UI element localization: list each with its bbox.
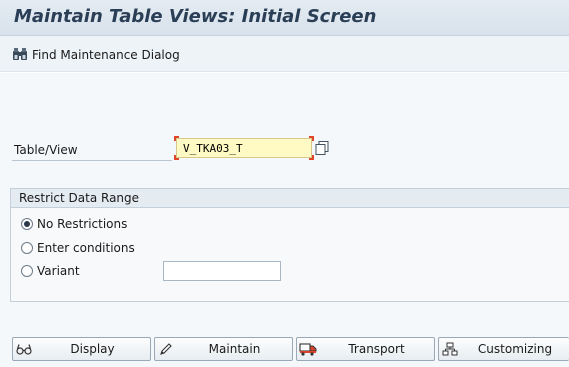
- maintain-label: Maintain: [208, 342, 261, 356]
- table-view-input[interactable]: V_TKA03_T: [176, 138, 312, 158]
- radio-no-restrictions[interactable]: No Restrictions: [21, 216, 127, 232]
- label-underline: [12, 160, 172, 161]
- pencil-icon: [155, 342, 177, 356]
- copy-icon[interactable]: [314, 140, 330, 156]
- display-label: Display: [70, 342, 115, 356]
- find-maintenance-dialog-label: Find Maintenance Dialog: [32, 48, 180, 62]
- group-title: Restrict Data Range: [11, 189, 569, 208]
- radio-label: Variant: [37, 264, 80, 278]
- maintain-button[interactable]: Maintain: [154, 337, 293, 361]
- hierarchy-icon: [439, 342, 461, 356]
- radio-variant[interactable]: Variant: [21, 263, 80, 279]
- required-marker: [174, 136, 179, 141]
- radio-label: No Restrictions: [37, 217, 128, 231]
- title-bar: Maintain Table Views: Initial Screen: [0, 0, 569, 36]
- application-toolbar: Find Maintenance Dialog: [0, 36, 569, 72]
- variant-input[interactable]: [163, 261, 281, 281]
- transport-label: Transport: [348, 342, 405, 356]
- binoculars-icon: [12, 47, 28, 64]
- customizing-label: Customizing: [477, 342, 553, 356]
- radio-label: Enter conditions: [37, 241, 135, 255]
- display-button[interactable]: Display: [12, 337, 151, 361]
- restrict-data-range-group: Restrict Data Range No Restrictions Ente…: [10, 188, 569, 302]
- radio-unselected-icon: [21, 242, 33, 254]
- radio-selected-icon: [21, 218, 33, 230]
- radio-enter-conditions[interactable]: Enter conditions: [21, 240, 135, 256]
- radio-unselected-icon: [21, 265, 33, 277]
- customizing-button[interactable]: Customizing: [438, 337, 569, 361]
- required-marker: [174, 155, 179, 160]
- glasses-icon: [13, 343, 35, 355]
- transport-button[interactable]: Transport: [296, 337, 435, 361]
- page-title: Maintain Table Views: Initial Screen: [14, 6, 377, 27]
- table-view-label: Table/View: [14, 143, 78, 157]
- find-maintenance-dialog-button[interactable]: Find Maintenance Dialog: [12, 45, 180, 65]
- truck-icon: [297, 342, 319, 356]
